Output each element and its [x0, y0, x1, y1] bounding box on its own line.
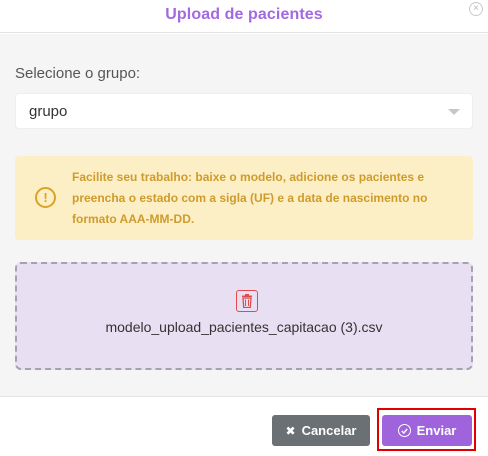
cancel-button-label: Cancelar — [301, 423, 357, 438]
cancel-button[interactable]: ✖ Cancelar — [272, 415, 370, 446]
check-circle-icon — [397, 424, 411, 437]
modal-title: Upload de pacientes — [165, 6, 323, 23]
group-select-value: grupo — [29, 103, 68, 120]
modal-header: Upload de pacientes × — [0, 0, 488, 33]
send-button-label: Enviar — [416, 423, 457, 438]
warning-text: Facilite seu trabalho: baixe o modelo, a… — [72, 170, 428, 226]
exclamation-circle-icon: ! — [35, 187, 56, 208]
chevron-down-icon — [448, 109, 460, 115]
close-icon[interactable]: × — [469, 2, 483, 16]
file-dropzone[interactable]: modelo_upload_pacientes_capitacao (3).cs… — [15, 262, 473, 370]
send-button[interactable]: Enviar — [382, 415, 472, 446]
group-select-label: Selecione o grupo: — [15, 65, 141, 82]
warning-alert: ! Facilite seu trabalho: baixe o modelo,… — [15, 156, 473, 240]
uploaded-file-name: modelo_upload_pacientes_capitacao (3).cs… — [105, 319, 383, 335]
modal-body: Selecione o grupo: grupo ! Facilite seu … — [0, 34, 488, 396]
modal-footer: ✖ Cancelar Enviar — [0, 396, 488, 456]
close-icon: ✖ — [285, 423, 296, 438]
group-select[interactable]: grupo — [15, 93, 473, 129]
trash-icon[interactable] — [236, 290, 258, 312]
